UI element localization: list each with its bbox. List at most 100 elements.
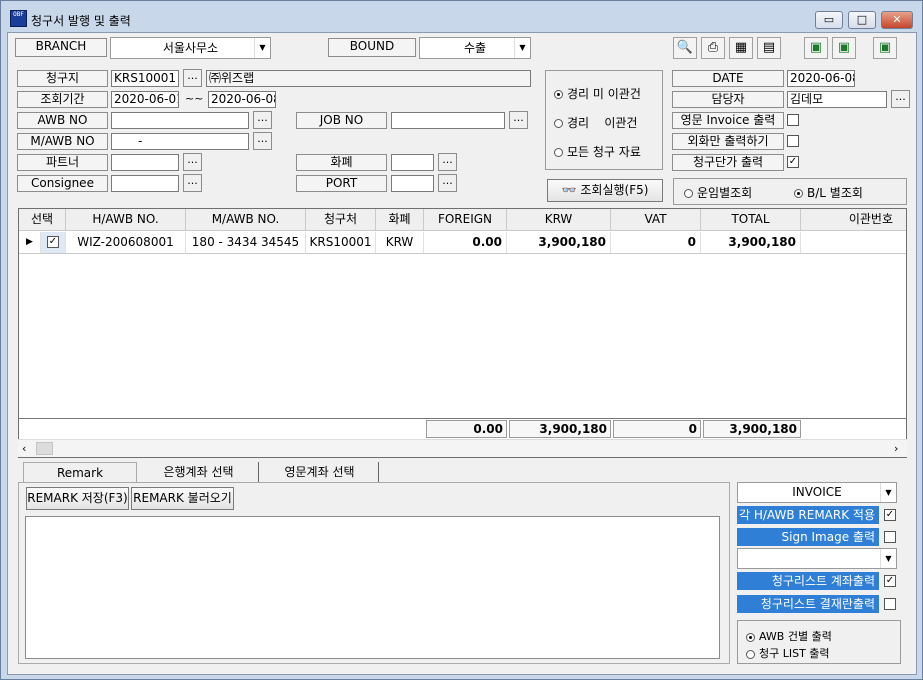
doc-type-value: INVOICE: [792, 485, 842, 499]
job-label: JOB NO: [296, 112, 387, 129]
footer-foreign: 0.00: [426, 420, 507, 438]
hawb-remark-checkbox[interactable]: ✓: [884, 509, 896, 521]
partner-input[interactable]: [111, 154, 179, 171]
maximize-button[interactable]: □: [848, 11, 876, 29]
cell-transfer-no: [801, 232, 906, 254]
cell-mawb: 180 - 3434 34545: [186, 232, 306, 254]
bill-to-name: ㈜위즈랩: [206, 70, 531, 87]
list-approval-checkbox[interactable]: [884, 598, 896, 610]
tab-bank-account[interactable]: 은행계좌 선택: [139, 462, 259, 482]
tab-remark[interactable]: Remark: [23, 462, 137, 483]
main-window: OBF 청구서 발행 및 출력 ▭ □ ✕ BRANCH 서울사무소 ▼ BOUN…: [0, 0, 923, 680]
secondary-select[interactable]: ▼: [737, 548, 897, 569]
footer-total: 3,900,180: [703, 420, 801, 438]
radio-label: 경리 이관건: [567, 116, 638, 130]
radio-by-freight[interactable]: 운임별조회: [684, 184, 752, 201]
table-row-select[interactable]: ✓: [41, 232, 66, 254]
view-mode-group: 운임별조회 B/L 별조회: [673, 178, 907, 205]
sign-image-checkbox[interactable]: [884, 531, 896, 543]
radio-by-bl[interactable]: B/L 별조회: [794, 184, 863, 201]
foreign-only-checkbox[interactable]: [787, 135, 799, 147]
period-from-input[interactable]: 2020-06-01: [111, 91, 179, 108]
unit-price-checkbox[interactable]: ✓: [787, 156, 799, 168]
printer-icon[interactable]: ⎙: [701, 37, 725, 59]
date-label: DATE: [672, 70, 784, 87]
mawb-input[interactable]: -: [111, 133, 249, 150]
remark-load-button[interactable]: REMARK 불러오기: [131, 487, 234, 510]
preview-icon[interactable]: 🔍: [673, 37, 697, 59]
list-account-checkbox[interactable]: ✓: [884, 575, 896, 587]
radio-label: 운임별조회: [697, 186, 753, 200]
chevron-down-icon: ▼: [514, 38, 530, 58]
col-krw: KRW: [507, 209, 611, 231]
radio-untransferred[interactable]: 경리 미 이관건: [554, 85, 641, 102]
bill-to-label: 청구지: [17, 70, 108, 87]
branch-value: 서울사무소: [162, 41, 219, 55]
port-lookup-button[interactable]: ...: [438, 174, 457, 192]
col-total: TOTAL: [701, 209, 801, 231]
radio-all[interactable]: 모든 청구 자료: [554, 143, 641, 160]
manager-lookup-button[interactable]: ...: [891, 90, 910, 108]
date-input[interactable]: 2020-06-08: [787, 70, 855, 87]
invoice-grid: 선택 H/AWB NO. M/AWB NO. 청구처 화폐 FOREIGN KR…: [18, 208, 907, 458]
currency-input[interactable]: [391, 154, 434, 171]
cell-currency: KRW: [376, 232, 424, 254]
radio-icon: [794, 189, 803, 198]
remark-save-button[interactable]: REMARK 저장(F3): [26, 487, 129, 510]
cell-total: 3,900,180: [701, 232, 801, 254]
job-input[interactable]: [391, 112, 505, 129]
search-button[interactable]: 👓 조회실행(F5): [547, 179, 663, 202]
chevron-down-icon: ▼: [880, 483, 896, 502]
job-lookup-button[interactable]: ...: [509, 111, 528, 129]
radio-icon: [554, 148, 563, 157]
radio-per-awb[interactable]: AWB 건별 출력: [746, 628, 832, 644]
mawb-lookup-button[interactable]: ...: [253, 132, 272, 150]
radio-list[interactable]: 청구 LIST 출력: [746, 645, 830, 661]
currency-label: 화폐: [296, 154, 387, 171]
period-to-input[interactable]: 2020-06-08: [208, 91, 276, 108]
excel-icon[interactable]: ▣: [832, 37, 856, 59]
chevron-down-icon: ▼: [880, 549, 896, 568]
bill-to-lookup-button[interactable]: ...: [183, 69, 202, 87]
minimize-button[interactable]: ▭: [815, 11, 843, 29]
close-button[interactable]: ✕: [881, 11, 913, 29]
excel-icon[interactable]: ▣: [873, 37, 897, 59]
col-currency: 화폐: [376, 209, 424, 231]
scroll-left-icon[interactable]: ‹: [22, 442, 26, 455]
currency-lookup-button[interactable]: ...: [438, 153, 457, 171]
unit-price-label: 청구단가 출력: [672, 154, 784, 171]
scroll-thumb[interactable]: [36, 442, 53, 455]
excel-icon[interactable]: ▣: [804, 37, 828, 59]
radio-icon: [684, 189, 693, 198]
footer-vat: 0: [613, 420, 701, 438]
mawb-label: M/AWB NO: [17, 133, 108, 150]
search-button-label: 조회실행(F5): [580, 183, 649, 197]
image-icon[interactable]: ▦: [729, 37, 753, 59]
list-approval-label: 청구리스트 결재란출력: [737, 595, 879, 613]
radio-transferred[interactable]: 경리 이관건: [554, 114, 637, 131]
foreign-only-label: 외화만 출력하기: [672, 133, 784, 150]
branch-select[interactable]: 서울사무소 ▼: [110, 37, 271, 59]
radio-label: AWB 건별 출력: [759, 630, 832, 643]
bound-select[interactable]: 수출 ▼: [419, 37, 531, 59]
footer-krw: 3,900,180: [509, 420, 611, 438]
manager-input[interactable]: 김데모: [787, 91, 887, 108]
consignee-lookup-button[interactable]: ...: [183, 174, 202, 192]
port-input[interactable]: [391, 175, 434, 192]
remark-textarea[interactable]: [25, 516, 720, 659]
consignee-input[interactable]: [111, 175, 179, 192]
awb-lookup-button[interactable]: ...: [253, 111, 272, 129]
manager-label: 담당자: [672, 91, 784, 108]
awb-input[interactable]: [111, 112, 249, 129]
scroll-right-icon[interactable]: ›: [894, 442, 898, 455]
partner-lookup-button[interactable]: ...: [183, 153, 202, 171]
col-vat: VAT: [611, 209, 701, 231]
print-all-icon[interactable]: ▤: [757, 37, 781, 59]
row-checkbox[interactable]: ✓: [47, 236, 59, 248]
tab-english-account[interactable]: 영문계좌 선택: [261, 462, 379, 482]
doc-type-select[interactable]: INVOICE ▼: [737, 482, 897, 503]
bill-to-code-input[interactable]: KRS10001: [111, 70, 179, 87]
bound-label: BOUND: [328, 38, 416, 57]
horizontal-scrollbar[interactable]: ‹ ›: [18, 439, 907, 457]
english-invoice-checkbox[interactable]: [787, 114, 799, 126]
